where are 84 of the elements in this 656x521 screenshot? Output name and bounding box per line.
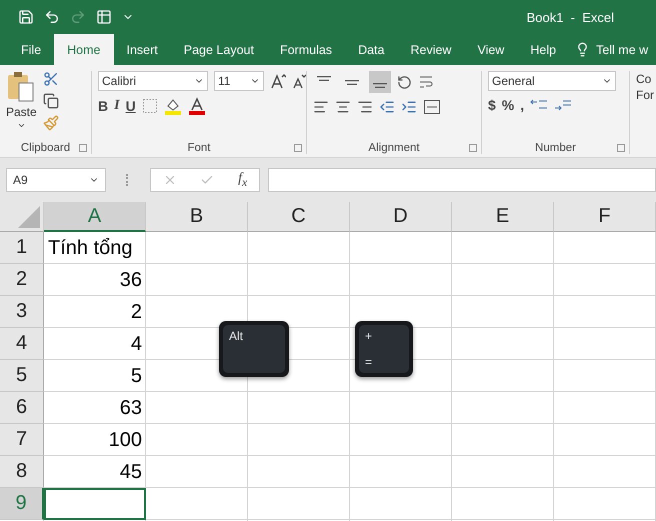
- form-icon[interactable]: [96, 9, 112, 25]
- group-label: Clipboard: [20, 142, 70, 154]
- align-left-icon[interactable]: [313, 99, 329, 115]
- grow-font-icon[interactable]: [270, 73, 286, 89]
- column-header[interactable]: A: [44, 202, 146, 232]
- window-title: Book1 - Excel: [526, 10, 614, 24]
- table-cell[interactable]: 100: [44, 424, 146, 456]
- ribbon-tab[interactable]: File: [8, 34, 54, 65]
- column-header[interactable]: E: [452, 202, 554, 232]
- paste-button[interactable]: Paste: [6, 71, 37, 142]
- row-header[interactable]: 7: [0, 424, 44, 456]
- row-header[interactable]: 8: [0, 456, 44, 488]
- percent-button[interactable]: %: [502, 97, 514, 113]
- copy-icon[interactable]: [42, 93, 59, 109]
- italic-button[interactable]: I: [114, 98, 120, 114]
- row-header[interactable]: 2: [0, 264, 44, 296]
- shrink-font-icon[interactable]: [292, 73, 306, 89]
- launcher-icon[interactable]: [79, 144, 87, 152]
- table-cell[interactable]: 63: [44, 392, 146, 424]
- align-right-icon[interactable]: [357, 99, 373, 115]
- conditional-format-label[interactable]: Co For: [636, 71, 654, 103]
- currency-button[interactable]: $: [488, 97, 496, 113]
- font-size-field[interactable]: 11: [214, 71, 264, 91]
- comma-button[interactable]: ,: [520, 97, 524, 113]
- launcher-icon[interactable]: [294, 144, 302, 152]
- undo-icon[interactable]: [44, 9, 60, 25]
- wrap-text-icon[interactable]: [418, 74, 434, 90]
- underline-button[interactable]: U: [126, 98, 136, 114]
- ribbon-tab[interactable]: Page Layout: [170, 34, 267, 65]
- table-cell[interactable]: 2: [44, 296, 146, 328]
- row-header[interactable]: 3: [0, 296, 44, 328]
- key-label: Alt: [229, 329, 244, 343]
- ribbon-tab[interactable]: Insert: [114, 34, 171, 65]
- table-cell[interactable]: 4: [44, 328, 146, 360]
- align-middle-icon[interactable]: [345, 80, 359, 84]
- group-label: Alignment: [368, 142, 420, 154]
- key-label: =: [365, 355, 374, 369]
- row-header[interactable]: 5: [0, 360, 44, 392]
- row-header[interactable]: 9: [0, 488, 44, 520]
- decrease-indent-icon[interactable]: [379, 99, 395, 115]
- caret-icon[interactable]: [16, 121, 26, 130]
- number-format-field[interactable]: General: [488, 71, 616, 91]
- row-header[interactable]: 6: [0, 392, 44, 424]
- ribbon-tab[interactable]: Data: [345, 34, 398, 65]
- table-cell[interactable]: 36: [44, 264, 146, 296]
- align-center-icon[interactable]: [335, 99, 351, 115]
- name-box[interactable]: A9: [6, 168, 106, 192]
- cut-icon[interactable]: [42, 71, 59, 87]
- table-cell[interactable]: 45: [44, 456, 146, 488]
- table-cell[interactable]: [44, 488, 146, 520]
- clipboard-icon[interactable]: [6, 71, 36, 103]
- align-bottom-icon[interactable]: [373, 83, 387, 88]
- decrease-decimal-icon[interactable]: [554, 98, 572, 112]
- launcher-icon[interactable]: [469, 144, 477, 152]
- launcher-icon[interactable]: [617, 144, 625, 152]
- group-label: Number: [535, 142, 576, 154]
- column-header[interactable]: C: [248, 202, 350, 232]
- ribbon-tab[interactable]: Review: [397, 34, 464, 65]
- ribbon-tab[interactable]: Help: [517, 34, 570, 65]
- column-header[interactable]: D: [350, 202, 452, 232]
- borders-icon[interactable]: [142, 98, 158, 114]
- group-label: Font: [187, 142, 210, 154]
- ribbon-tab[interactable]: View: [464, 34, 518, 65]
- insert-function-button[interactable]: f$_{x}$: [238, 171, 248, 189]
- tell-me-link[interactable]: Tell me w: [596, 42, 648, 56]
- row-header[interactable]: 1: [0, 232, 44, 264]
- table-cell[interactable]: 5: [44, 360, 146, 392]
- ribbon-tab[interactable]: Home: [54, 34, 114, 65]
- formula-field[interactable]: [268, 168, 656, 192]
- font-name-field[interactable]: Calibri: [98, 71, 208, 91]
- column-header[interactable]: F: [554, 202, 656, 232]
- save-icon[interactable]: [18, 9, 34, 25]
- table-cell[interactable]: Tính tổng: [44, 232, 146, 264]
- bold-button[interactable]: B: [98, 98, 108, 114]
- fill-color-icon[interactable]: [164, 97, 182, 115]
- increase-indent-icon[interactable]: [401, 99, 417, 115]
- font-color-icon[interactable]: [188, 97, 206, 115]
- orientation-icon[interactable]: [397, 74, 412, 90]
- merge-center-icon[interactable]: [423, 99, 441, 115]
- align-top-icon[interactable]: [317, 76, 331, 81]
- key-label: +: [365, 329, 374, 343]
- row-header[interactable]: 4: [0, 328, 44, 360]
- column-header[interactable]: B: [146, 202, 248, 232]
- ribbon-tab[interactable]: Formulas: [266, 34, 346, 65]
